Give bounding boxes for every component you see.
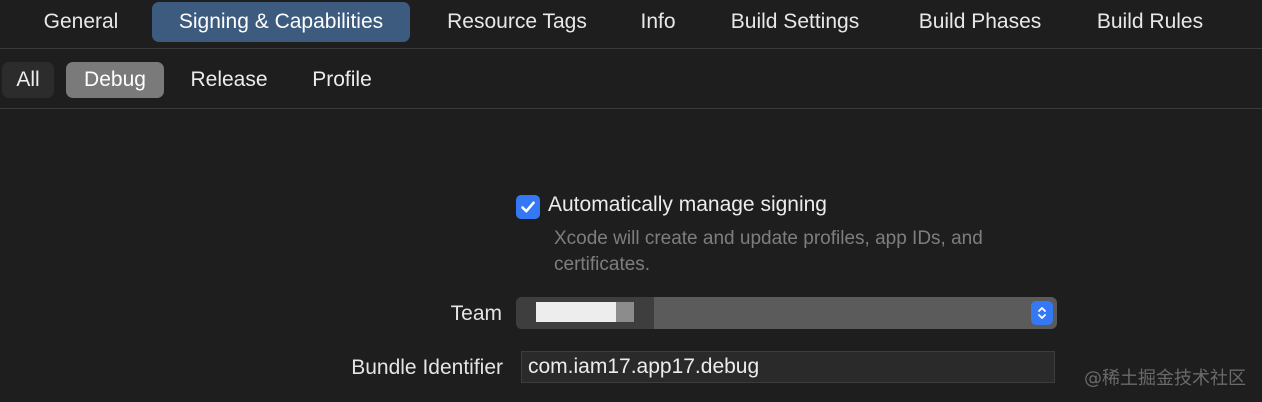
tab-build-phases[interactable]: Build Phases	[900, 2, 1060, 42]
chevron-up-down-icon	[1038, 307, 1046, 319]
configuration-tab-bar: All Debug Release Profile	[0, 49, 1262, 109]
auto-manage-signing-label[interactable]: Automatically manage signing	[548, 193, 827, 217]
tab-signing-capabilities[interactable]: Signing & Capabilities	[152, 2, 410, 42]
bundle-identifier-field[interactable]	[521, 351, 1055, 383]
team-redacted-value-highlight	[536, 302, 616, 322]
team-popup-button[interactable]	[516, 297, 1057, 329]
team-popup-stepper[interactable]	[1031, 301, 1053, 325]
auto-manage-signing-checkbox[interactable]	[516, 195, 540, 219]
config-tab-debug[interactable]: Debug	[66, 62, 164, 98]
tab-resource-tags[interactable]: Resource Tags	[426, 2, 608, 42]
watermark-text: @稀土掘金技术社区	[1084, 368, 1246, 389]
tab-info[interactable]: Info	[626, 2, 690, 42]
signing-capabilities-pane: General Signing & Capabilities Resource …	[0, 0, 1262, 402]
editor-tab-bar: General Signing & Capabilities Resource …	[0, 0, 1262, 49]
tab-build-settings[interactable]: Build Settings	[708, 2, 882, 42]
bundle-identifier-label: Bundle Identifier	[351, 356, 503, 379]
config-tab-profile[interactable]: Profile	[296, 62, 388, 98]
tab-general[interactable]: General	[28, 2, 134, 42]
checkmark-icon	[521, 201, 535, 213]
auto-manage-signing-description: Xcode will create and update profiles, a…	[554, 228, 983, 275]
tab-build-rules[interactable]: Build Rules	[1080, 2, 1220, 42]
team-redacted-value-shade	[616, 302, 634, 322]
config-tab-release[interactable]: Release	[176, 62, 282, 98]
config-tab-all[interactable]: All	[2, 62, 54, 98]
team-label: Team	[450, 302, 502, 325]
